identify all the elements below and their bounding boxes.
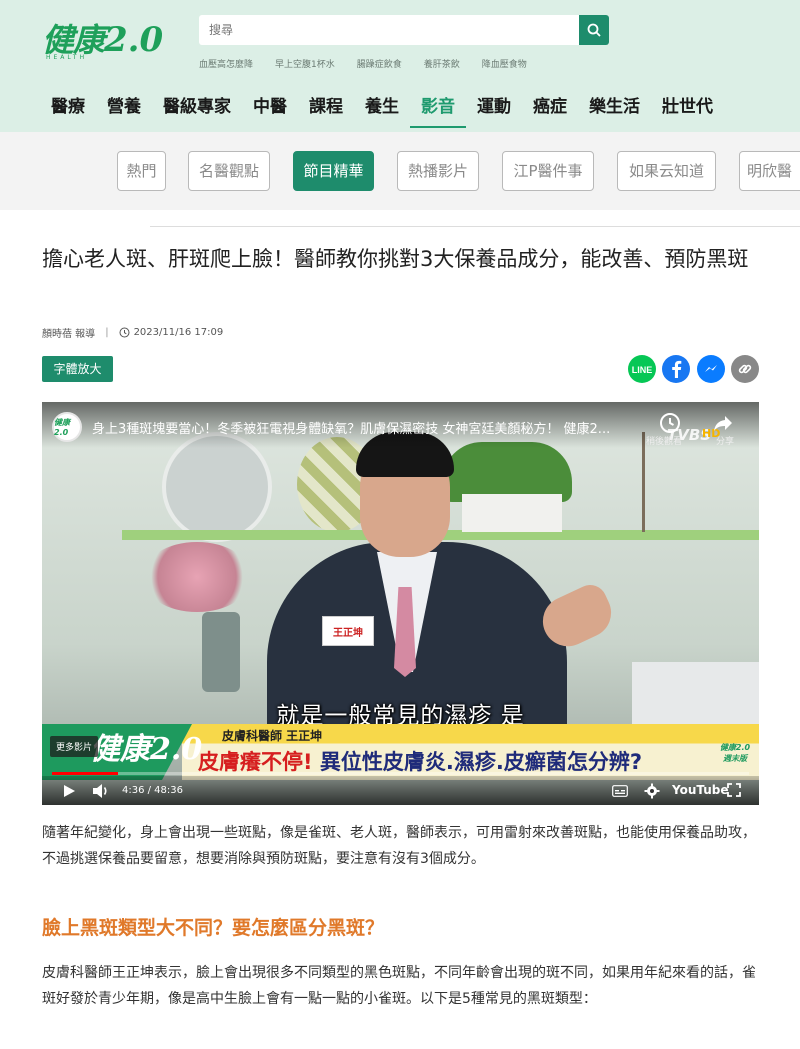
hot-tag[interactable]: 早上空腹1杯水 — [275, 57, 335, 70]
search-input[interactable] — [199, 15, 579, 45]
nav-item-wellness[interactable]: 養生 — [354, 92, 410, 128]
search-button[interactable] — [579, 15, 609, 45]
nav-item-lifestyle[interactable]: 樂生活 — [578, 92, 651, 128]
chip-mingxin-doctor[interactable]: 明欣醫 — [739, 151, 800, 191]
line-share-button[interactable]: LINE — [628, 355, 656, 383]
search-bar — [199, 15, 609, 45]
program-badge: 健康2.0 週末版 — [719, 743, 751, 763]
nav-item-experts[interactable]: 醫級專家 — [152, 92, 242, 128]
article-title: 擔心老人斑、肝斑爬上臉！醫師教你挑對3大保養品成分，能改善、預防黑斑 — [42, 247, 749, 271]
video-player[interactable]: 王正坤 健康2.0 身上3種斑塊要當心！冬季被狂電視身體缺氧？肌膚保濕密技 女神… — [42, 402, 759, 805]
nav-item-tcm[interactable]: 中醫 — [242, 92, 298, 128]
hot-search-tags: 血壓高怎麼降 早上空腹1杯水 腸躁症飲食 養肝茶飲 降血壓食物 — [199, 57, 549, 70]
fullscreen-icon[interactable] — [727, 783, 741, 797]
chip-trending-videos[interactable]: 熱播影片 — [397, 151, 479, 191]
nav-item-cancer[interactable]: 癌症 — [522, 92, 578, 128]
nav-item-seniors[interactable]: 壯世代 — [651, 92, 724, 128]
facebook-icon — [672, 360, 682, 378]
video-scene-plant — [442, 442, 572, 502]
nav-item-nutrition[interactable]: 營養 — [96, 92, 152, 128]
lower-third-doctor: 皮膚科醫師 王正坤 — [222, 729, 323, 743]
hot-tag[interactable]: 養肝茶飲 — [424, 57, 460, 70]
headline-highlight: 皮膚癢不停! — [198, 750, 313, 774]
watch-later-label: 稍後觀看 — [646, 437, 683, 447]
font-size-button[interactable]: 字體放大 — [42, 356, 113, 382]
nav-item-medical[interactable]: 醫療 — [40, 92, 96, 128]
article-intro: 隨著年紀變化，身上會出現一些斑點，像是雀斑、老人斑，醫師表示，可用雷射來改善斑點… — [42, 825, 756, 867]
play-icon[interactable] — [62, 784, 76, 798]
settings-gear-icon[interactable] — [644, 783, 660, 799]
copy-link-button[interactable] — [731, 355, 759, 383]
link-icon — [738, 364, 752, 374]
publish-date: 2023/11/16 17:09 — [133, 327, 224, 338]
line-icon: LINE — [632, 365, 653, 375]
captions-icon[interactable] — [612, 785, 628, 797]
nav-item-courses[interactable]: 課程 — [298, 92, 354, 128]
logo-subtitle: HEALTH — [46, 54, 88, 61]
video-scene-plate — [162, 432, 272, 542]
youtube-logo[interactable]: YouTube — [672, 783, 729, 797]
chip-doctor-views[interactable]: 名醫觀點 — [188, 151, 270, 191]
video-scene-flowers — [142, 542, 252, 612]
article-paragraph: 皮膚科醫師王正坤表示，臉上會出現很多不同類型的黑色斑點，不同年齡會出現的斑不同，… — [42, 965, 756, 1007]
messenger-share-button[interactable] — [697, 355, 725, 383]
video-progress-fill — [52, 772, 119, 775]
messenger-icon — [705, 365, 717, 372]
video-title[interactable]: 身上3種斑塊要當心！冬季被狂電視身體缺氧？肌膚保濕密技 女神宮廷美顏秘方！ 健康… — [92, 418, 637, 437]
nav-item-video[interactable]: 影音 — [410, 92, 466, 128]
author: 顏時蓓 報導 — [42, 329, 96, 340]
nav-item-exercise[interactable]: 運動 — [466, 92, 522, 128]
chip-jiang-p[interactable]: 江P醫件事 — [502, 151, 594, 191]
hot-tag[interactable]: 血壓高怎麼降 — [199, 57, 253, 70]
meta-separator: | — [105, 327, 109, 338]
section-heading: 臉上黑斑類型大不同？要怎麼區分黑斑？ — [42, 917, 385, 939]
chip-program-highlights[interactable]: 節目精華 — [293, 151, 374, 191]
article-meta: 顏時蓓 報導 | 2023/11/16 17:09 — [42, 325, 223, 340]
svg-text:LINE: LINE — [632, 365, 653, 375]
logo-text: 健康 — [42, 21, 105, 59]
divider — [150, 226, 800, 227]
video-nametag: 王正坤 — [322, 616, 374, 646]
chip-popular[interactable]: 熱門 — [117, 151, 166, 191]
clock-icon — [119, 327, 130, 338]
video-scene-vase — [202, 612, 240, 692]
chip-ruguo-yun[interactable]: 如果云知道 — [617, 151, 716, 191]
video-scene-pot — [462, 494, 562, 532]
main-nav: 醫療 營養 醫級專家 中醫 課程 養生 影音 運動 癌症 樂生活 壯世代 — [40, 92, 724, 128]
volume-icon[interactable] — [92, 783, 110, 799]
share-label: 分享 — [716, 437, 735, 447]
more-videos-button[interactable]: 更多影片 — [50, 736, 99, 757]
search-icon — [587, 23, 601, 37]
video-time: 4:36 / 48:36 — [122, 785, 184, 796]
hot-tag[interactable]: 腸躁症飲食 — [357, 57, 402, 70]
watch-later-icon[interactable] — [659, 412, 681, 434]
video-controls: 4:36 / 48:36 YouTube — [42, 776, 759, 805]
lower-third-logo: 健康2.0 — [90, 732, 203, 767]
logo-number: 2.0 — [104, 20, 164, 60]
video-category-bar: 熱門 名醫觀點 節目精華 熱播影片 江P醫件事 如果云知道 明欣醫 — [0, 132, 800, 210]
site-logo[interactable]: 健康 2.0 HEALTH — [42, 14, 164, 61]
facebook-share-button[interactable] — [662, 355, 690, 383]
video-progress-bar[interactable] — [52, 772, 749, 775]
share-arrow-icon[interactable] — [712, 412, 734, 434]
channel-avatar[interactable]: 健康2.0 — [52, 412, 82, 442]
hot-tag[interactable]: 降血壓食物 — [482, 57, 527, 70]
headline-text: 異位性皮膚炎.濕疹.皮癬菌怎分辨? — [312, 750, 643, 774]
site-header: 健康 2.0 HEALTH 血壓高怎麼降 早上空腹1杯水 腸躁症飲食 養肝茶飲 … — [0, 0, 800, 132]
